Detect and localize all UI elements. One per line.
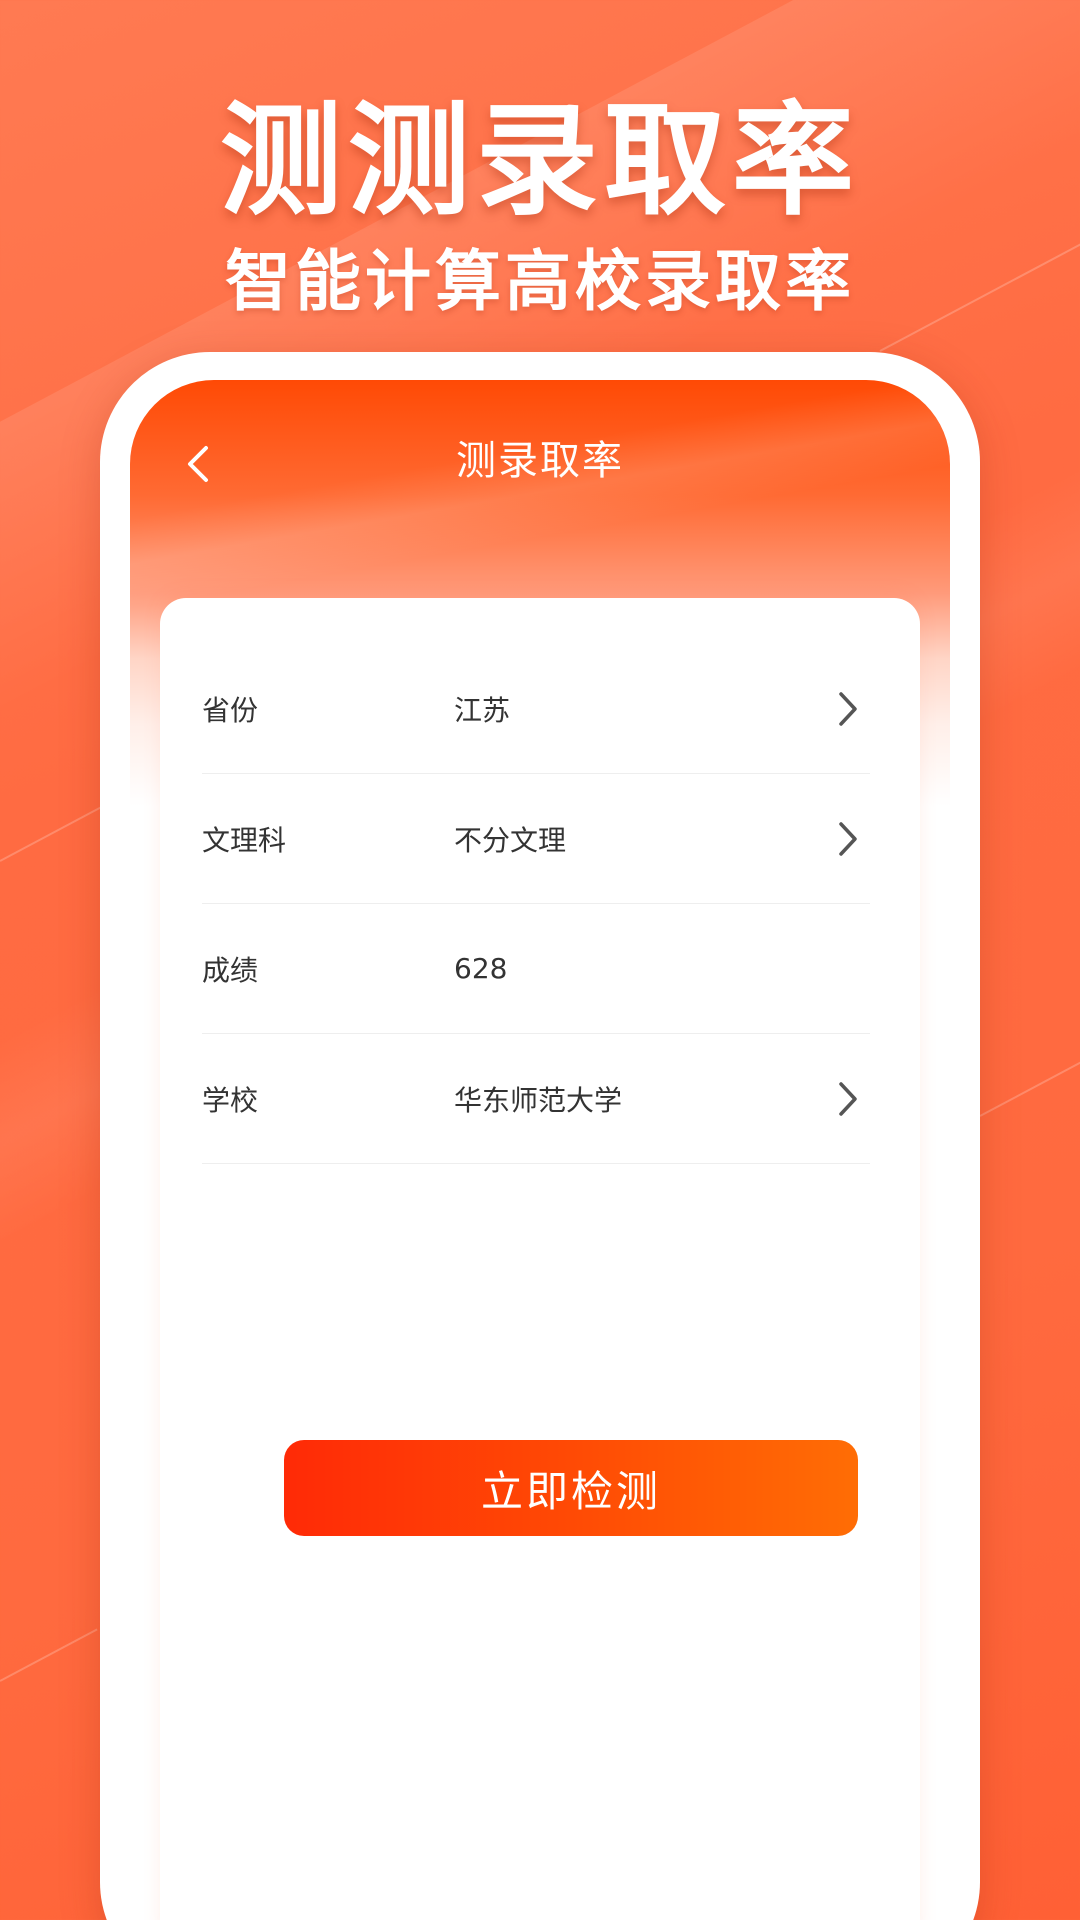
subject-value: 不分文理 <box>454 823 567 857</box>
hero-title: 测测录取率 <box>220 90 860 232</box>
score-input[interactable]: 628 <box>454 952 870 985</box>
form-row-school[interactable]: 学校 华东师范大学 <box>202 1034 870 1164</box>
subject-label: 文理科 <box>202 823 287 857</box>
chevron-right-icon <box>820 1079 860 1119</box>
background-line <box>979 1058 1080 1117</box>
form-row-subject[interactable]: 文理科 不分文理 <box>202 774 870 904</box>
hero-subtitle: 智能计算高校录取率 <box>225 243 855 320</box>
screen-title: 测录取率 <box>456 438 624 484</box>
detect-button[interactable]: 立即检测 <box>284 1440 858 1536</box>
background-line <box>0 803 107 862</box>
form-card: 省份 江苏 文理科 不分文理 成绩 628 学校 华东师范大学 立即检测 <box>160 598 920 1920</box>
school-value: 华东师范大学 <box>454 1083 623 1117</box>
chevron-right-icon <box>820 819 860 859</box>
province-label: 省份 <box>202 693 259 727</box>
chevron-right-icon <box>820 689 860 729</box>
form-row-score[interactable]: 成绩 628 <box>202 904 870 1034</box>
province-value: 江苏 <box>454 693 511 727</box>
school-label: 学校 <box>202 1083 259 1117</box>
form-row-province[interactable]: 省份 江苏 <box>202 644 870 774</box>
score-label: 成绩 <box>202 953 259 987</box>
app-screen: 测录取率 省份 江苏 文理科 不分文理 成绩 628 学校 华东师范大学 立即检… <box>130 380 950 1920</box>
background-line <box>0 1628 98 1682</box>
